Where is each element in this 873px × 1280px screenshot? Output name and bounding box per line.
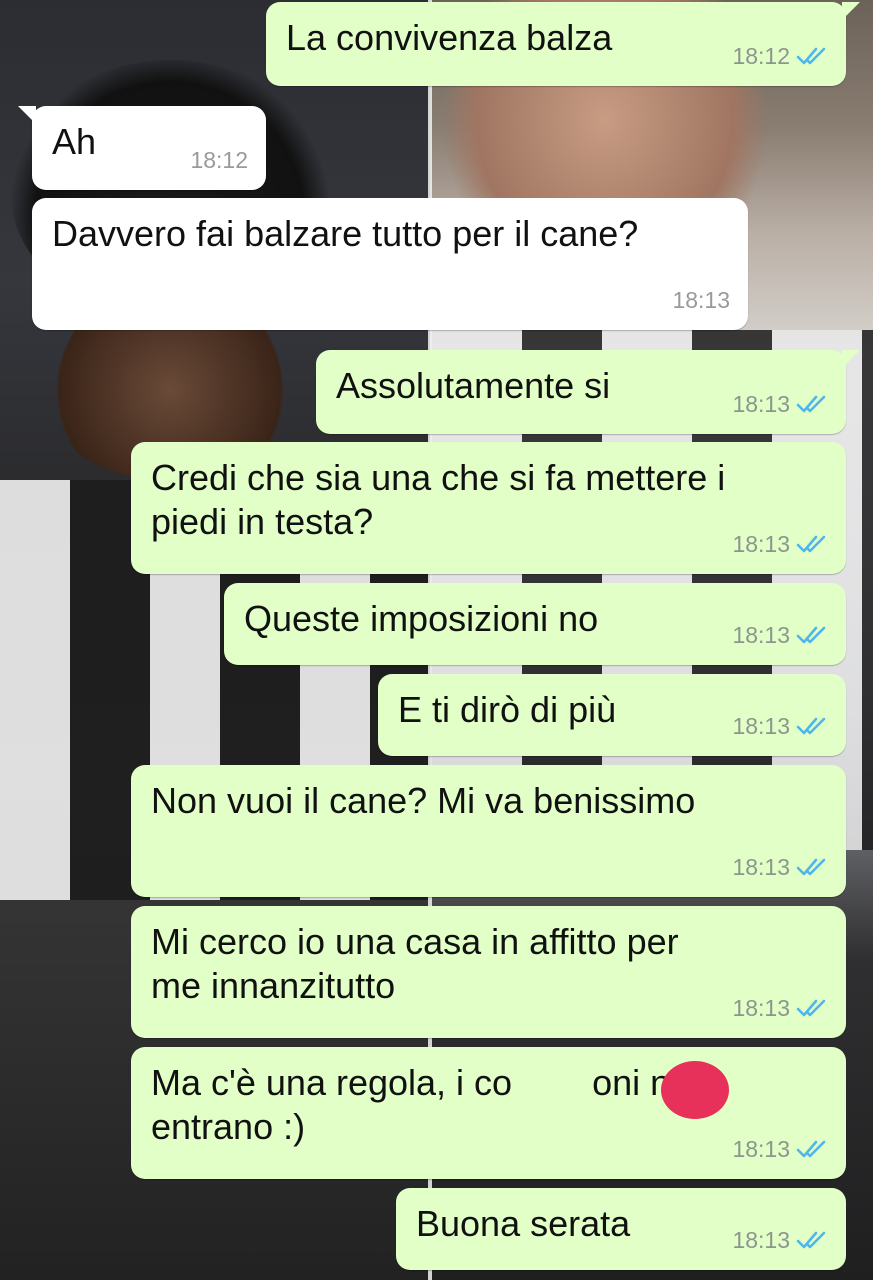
message-time: 18:12 xyxy=(732,43,790,69)
double-check-icon xyxy=(796,47,826,65)
double-check-icon xyxy=(796,717,826,735)
message-bubble-outgoing[interactable]: Assolutamente si 18:13 xyxy=(316,350,860,434)
message-text: Davvero fai balzare tutto per il cane? xyxy=(52,213,639,254)
double-check-icon xyxy=(796,535,826,553)
message-time: 18:13 xyxy=(732,1227,790,1253)
message-time: 18:13 xyxy=(732,854,790,880)
message-time: 18:13 xyxy=(732,531,790,557)
message-time: 18:13 xyxy=(732,995,790,1021)
double-check-icon xyxy=(796,1140,826,1158)
message-bubble-outgoing[interactable]: Non vuoi il cane? Mi va benissimo 18:13 xyxy=(131,765,846,897)
message-time: 18:13 xyxy=(732,713,790,739)
message-time: 18:13 xyxy=(732,622,790,648)
redaction-mark xyxy=(661,1061,729,1119)
message-time: 18:13 xyxy=(732,1136,790,1162)
message-text: Credi che sia una che si fa mettere i pi… xyxy=(151,457,726,542)
message-text: Ma c'è una regola, i co oni non entrano … xyxy=(151,1062,710,1147)
message-time: 18:13 xyxy=(672,287,730,313)
message-text: Mi cerco io una casa in affitto per me i… xyxy=(151,921,679,1006)
message-bubble-outgoing[interactable]: La convivenza balza 18:12 xyxy=(266,2,860,86)
double-check-icon xyxy=(796,1231,826,1249)
message-bubble-outgoing[interactable]: Buona serata 18:13 xyxy=(396,1188,846,1270)
message-bubble-outgoing[interactable]: Credi che sia una che si fa mettere i pi… xyxy=(131,442,846,574)
message-text: Non vuoi il cane? Mi va benissimo xyxy=(151,780,696,821)
message-bubble-incoming[interactable]: Ah 18:12 xyxy=(18,106,266,190)
double-check-icon xyxy=(796,858,826,876)
message-bubble-outgoing[interactable]: Mi cerco io una casa in affitto per me i… xyxy=(131,906,846,1038)
message-bubble-outgoing[interactable]: Queste imposizioni no 18:13 xyxy=(224,583,846,665)
message-bubble-incoming[interactable]: Davvero fai balzare tutto per il cane? 1… xyxy=(32,198,748,330)
message-bubble-outgoing[interactable]: E ti dirò di più 18:13 xyxy=(378,674,846,756)
message-time: 18:13 xyxy=(732,391,790,417)
double-check-icon xyxy=(796,626,826,644)
double-check-icon xyxy=(796,395,826,413)
double-check-icon xyxy=(796,999,826,1017)
message-bubble-outgoing[interactable]: Ma c'è una regola, i co oni non entrano … xyxy=(131,1047,846,1179)
message-time: 18:12 xyxy=(190,147,248,173)
